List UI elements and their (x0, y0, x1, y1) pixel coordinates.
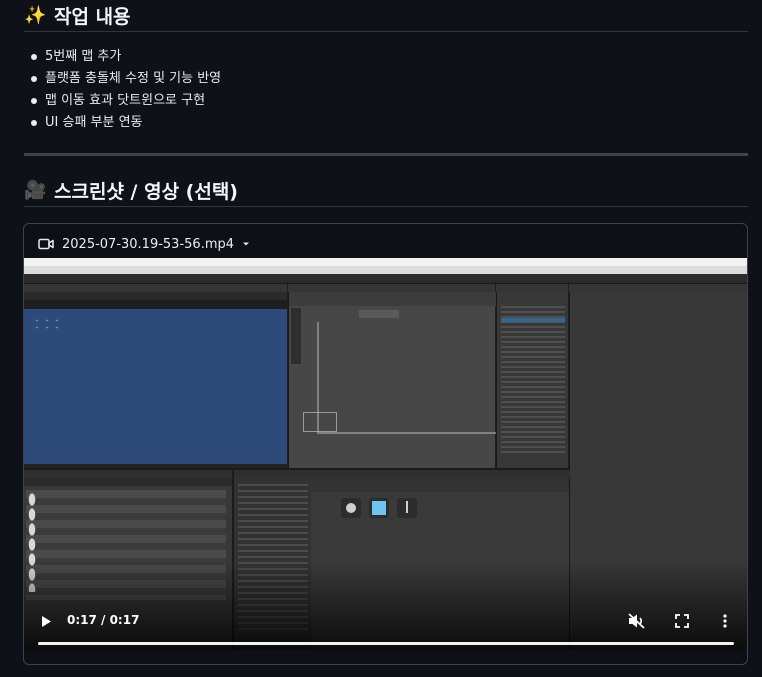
controls-overlay (24, 560, 747, 650)
work-heading-text: 작업 내용 (54, 6, 131, 28)
menu-bar (24, 266, 747, 274)
game-view (24, 309, 287, 464)
video-filename[interactable]: 2025-07-30.19-53-56.mp4 (62, 237, 234, 252)
sparkles-icon: ✨ (24, 5, 47, 26)
more-vertical-icon[interactable] (720, 613, 730, 629)
list-item: 플랫폼 충돌체 수정 및 기능 반영 (24, 68, 221, 90)
section-divider (24, 153, 748, 156)
list-item: UI 승패 부분 연동 (24, 112, 221, 134)
caret-down-icon[interactable] (242, 241, 250, 247)
play-icon[interactable] (38, 613, 54, 629)
media-heading: 🎥 스크린샷 / 영상 (선택) (24, 177, 238, 204)
muted-speaker-icon[interactable] (628, 612, 646, 630)
editor-toolbar (24, 274, 747, 284)
video-camera-icon (38, 238, 54, 250)
progress-bar[interactable] (38, 642, 734, 645)
list-item: 5번째 맵 추가 (24, 46, 221, 68)
hierarchy-tab-bar (496, 284, 568, 292)
heading-divider (24, 31, 748, 32)
playback-time: 0:17 / 0:17 (67, 613, 140, 627)
inspector-tab-bar (569, 284, 747, 292)
game-toolbar (24, 292, 287, 300)
film-camera-icon: 🎥 (24, 180, 47, 201)
video-player[interactable]: 0:17 / 0:17 (24, 258, 747, 650)
work-list: 5번째 맵 추가 플랫폼 충돌체 수정 및 기능 반영 맵 이동 효과 닷트윈으… (24, 46, 221, 134)
hierarchy-panel (496, 292, 568, 468)
video-file-header[interactable]: 2025-07-30.19-53-56.mp4 (38, 234, 250, 254)
heading-divider (24, 206, 748, 207)
list-item: 맵 이동 효과 닷트윈으로 구현 (24, 90, 221, 112)
window-titlebar (24, 258, 747, 266)
media-heading-text: 스크린샷 / 영상 (선택) (54, 181, 238, 203)
game-tab-bar (24, 284, 287, 292)
scene-view (288, 292, 497, 468)
game-view-footer (24, 464, 287, 468)
work-heading: ✨ 작업 내용 (24, 2, 131, 29)
scene-tab-bar (288, 284, 495, 292)
video-attachment-card: 2025-07-30.19-53-56.mp4 0:17 / 0:17 (23, 223, 748, 665)
fullscreen-icon[interactable] (674, 613, 690, 629)
